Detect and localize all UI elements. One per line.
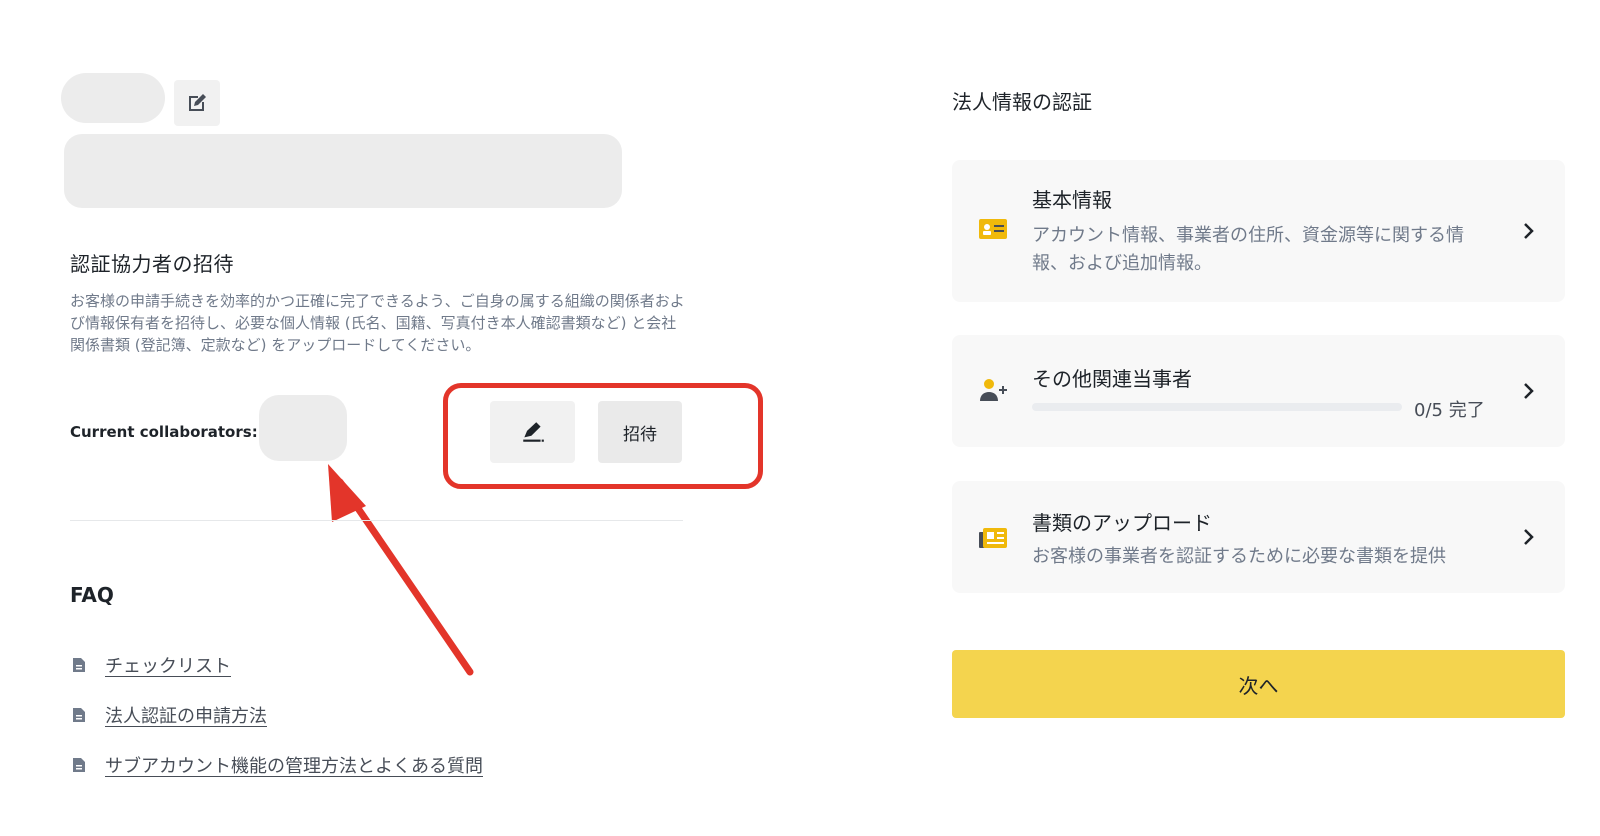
faq-link-subaccount[interactable]: サブアカウント機能の管理方法とよくある質問 <box>105 752 483 778</box>
faq-link-how-to-apply[interactable]: 法人認証の申請方法 <box>105 702 267 728</box>
document-icon <box>72 657 86 673</box>
current-collaborators-label: Current collaborators: <box>70 423 258 441</box>
section-divider <box>70 520 683 521</box>
redacted-account-name <box>61 73 165 123</box>
corporate-verification-title: 法人情報の認証 <box>952 90 1092 114</box>
basic-info-title: 基本情報 <box>1032 188 1112 212</box>
add-user-icon <box>980 379 1007 401</box>
related-parties-progress-bar <box>1032 403 1402 411</box>
invite-collaborators-description: お客様の申請手続きを効率的かつ正確に完了できるよう、ご自身の属する組織の関係者お… <box>70 292 685 354</box>
faq-item: チェックリスト <box>72 652 483 678</box>
invite-button[interactable]: 招待 <box>598 401 682 463</box>
document-upload-title: 書類のアップロード <box>1032 511 1212 535</box>
edit-collaborators-button[interactable] <box>490 401 575 463</box>
faq-list: チェックリスト 法人認証の申請方法 サブアカウント機能の管理方法とよくある質問 <box>72 652 483 802</box>
document-upload-card[interactable]: 書類のアップロード お客様の事業者を認証するために必要な書類を提供 <box>952 481 1565 593</box>
edit-name-button[interactable] <box>174 80 220 126</box>
redacted-account-info <box>64 134 622 208</box>
edit-square-icon <box>189 94 206 111</box>
faq-item: サブアカウント機能の管理方法とよくある質問 <box>72 752 483 778</box>
pen-icon <box>522 422 544 442</box>
newspaper-icon <box>979 528 1007 548</box>
related-parties-progress-text: 0/5 完了 <box>1414 400 1485 421</box>
id-card-icon <box>979 219 1007 239</box>
document-icon <box>72 707 86 723</box>
chevron-right-icon <box>1524 383 1534 399</box>
chevron-right-icon <box>1524 529 1534 545</box>
next-button[interactable]: 次へ <box>952 650 1565 718</box>
faq-title: FAQ <box>70 583 114 607</box>
related-parties-card[interactable]: その他関連当事者 0/5 完了 <box>952 335 1565 447</box>
chevron-right-icon <box>1524 223 1534 239</box>
annotation-arrow-icon <box>328 464 474 676</box>
basic-info-card[interactable]: 基本情報 アカウント情報、事業者の住所、資金源等に関する情報、および追加情報。 <box>952 160 1565 302</box>
faq-item: 法人認証の申請方法 <box>72 702 483 728</box>
collaborators-avatar-placeholder <box>259 395 347 461</box>
related-parties-title: その他関連当事者 <box>1032 367 1192 391</box>
document-icon <box>72 757 86 773</box>
basic-info-description: アカウント情報、事業者の住所、資金源等に関する情報、および追加情報。 <box>1032 225 1464 274</box>
document-upload-description: お客様の事業者を認証するために必要な書類を提供 <box>1032 546 1446 567</box>
invite-collaborators-title: 認証協力者の招待 <box>70 252 234 276</box>
faq-link-checklist[interactable]: チェックリスト <box>105 652 231 678</box>
